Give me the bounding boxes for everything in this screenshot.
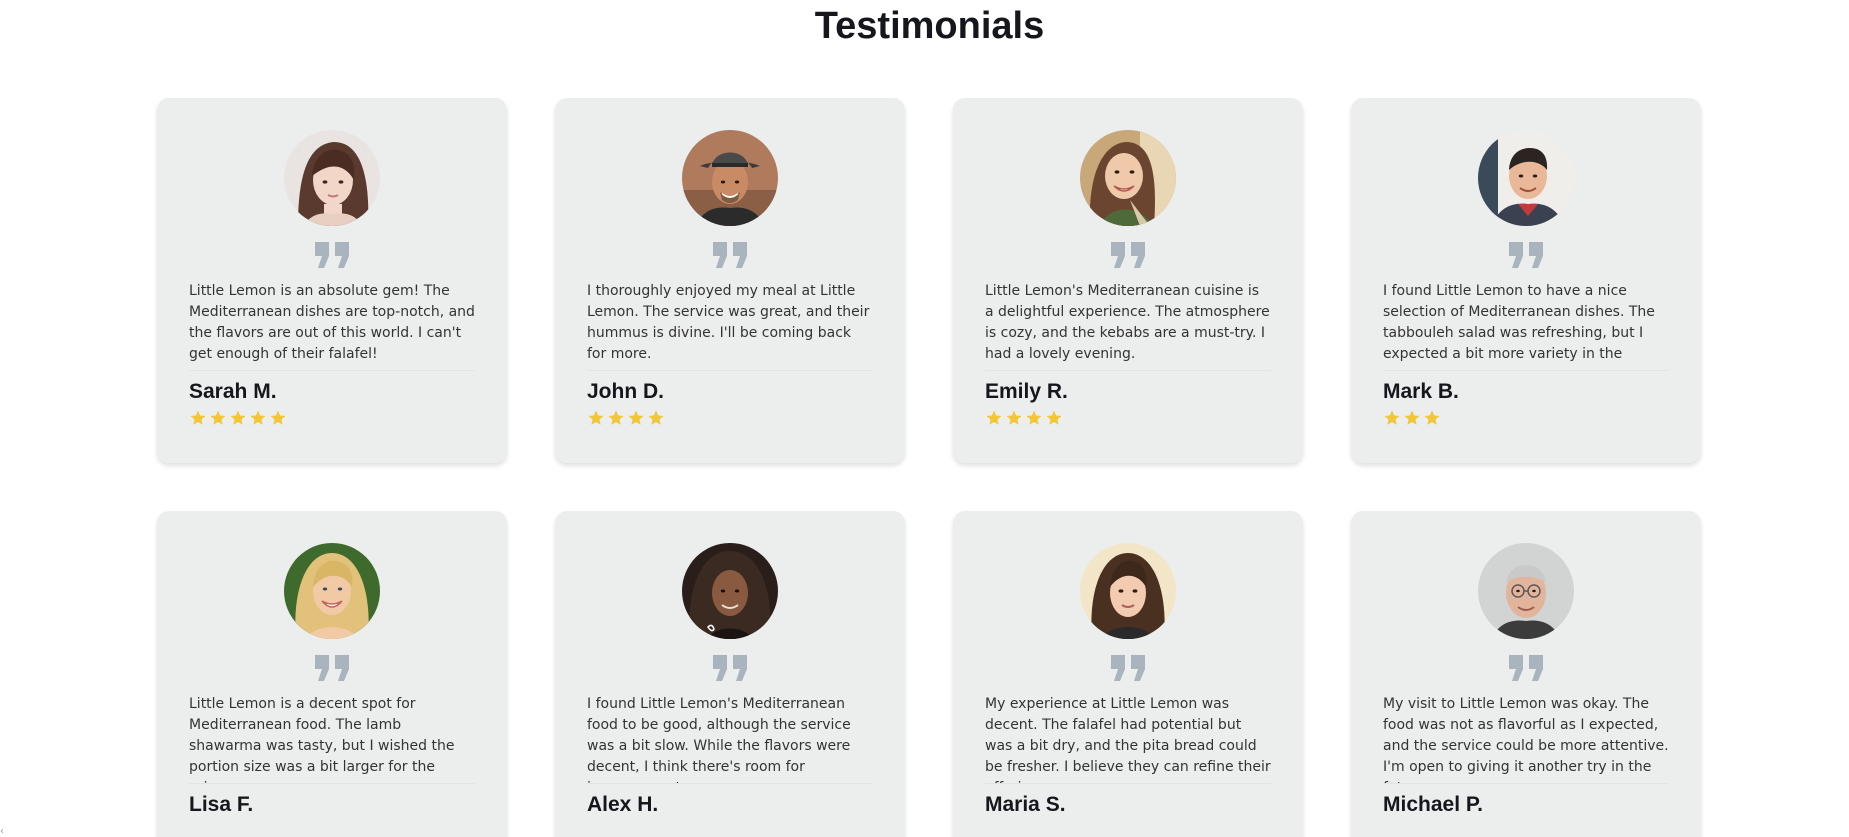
chevron-left-icon[interactable]: ‹ — [0, 826, 10, 837]
star-icon — [1025, 409, 1043, 427]
star-icon — [627, 409, 645, 427]
avatar-photo-icon — [682, 543, 778, 639]
star-icon — [1403, 409, 1421, 427]
star-icon — [189, 409, 207, 427]
star-icon — [209, 409, 227, 427]
reviewer-name: Sarah M. — [189, 380, 277, 403]
star-rating — [587, 409, 873, 429]
quote-icon — [1509, 655, 1543, 681]
star-rating — [189, 409, 475, 429]
avatar-photo-icon — [284, 543, 380, 639]
avatar-photo-icon — [1478, 543, 1574, 639]
testimonial-text: I found Little Lemon's Mediterranean foo… — [587, 694, 873, 784]
star-rating — [189, 822, 475, 837]
testimonial-card: My visit to Little Lemon was okay. The f… — [1351, 511, 1701, 837]
testimonial-text: I found Little Lemon to have a nice sele… — [1383, 281, 1669, 371]
avatar-photo-icon — [682, 130, 778, 226]
star-icon — [1383, 409, 1401, 427]
testimonial-text: I thoroughly enjoyed my meal at Little L… — [587, 281, 873, 371]
star-rating — [985, 822, 1271, 837]
reviewer-name: Michael P. — [1383, 793, 1483, 816]
star-rating — [1383, 822, 1669, 837]
star-icon — [985, 409, 1003, 427]
reviewer-name: Lisa F. — [189, 793, 254, 816]
quote-icon — [315, 655, 349, 681]
star-icon — [647, 409, 665, 427]
star-rating — [587, 822, 873, 837]
star-icon — [1423, 409, 1441, 427]
quote-icon — [713, 242, 747, 268]
testimonial-card: Little Lemon is a decent spot for Medite… — [157, 511, 507, 837]
star-rating — [985, 409, 1271, 429]
star-icon — [1045, 409, 1063, 427]
testimonial-card: I thoroughly enjoyed my meal at Little L… — [555, 98, 905, 463]
reviewer-name: John D. — [587, 380, 664, 403]
avatar-photo-icon — [1080, 543, 1176, 639]
quote-icon — [1111, 655, 1145, 681]
avatar-photo-icon — [284, 130, 380, 226]
testimonial-card: I found Little Lemon to have a nice sele… — [1351, 98, 1701, 463]
testimonial-text: My experience at Little Lemon was decent… — [985, 694, 1271, 784]
testimonial-card: I found Little Lemon's Mediterranean foo… — [555, 511, 905, 837]
testimonial-card: Little Lemon is an absolute gem! The Med… — [157, 98, 507, 463]
star-icon — [269, 409, 287, 427]
testimonial-text: Little Lemon is an absolute gem! The Med… — [189, 281, 475, 371]
testimonial-card: Little Lemon's Mediterranean cuisine is … — [953, 98, 1303, 463]
testimonials-page: Testimonials Little Lemon is an absolute… — [0, 0, 1849, 837]
quote-icon — [713, 655, 747, 681]
testimonials-grid: Little Lemon is an absolute gem! The Med… — [157, 98, 1702, 837]
quote-icon — [1509, 242, 1543, 268]
star-icon — [229, 409, 247, 427]
reviewer-name: Alex H. — [587, 793, 659, 816]
star-icon — [1005, 409, 1023, 427]
reviewer-name: Maria S. — [985, 793, 1066, 816]
star-icon — [249, 409, 267, 427]
star-icon — [607, 409, 625, 427]
avatar-photo-icon — [1080, 130, 1176, 226]
quote-icon — [1111, 242, 1145, 268]
star-rating — [1383, 409, 1669, 429]
testimonial-text: My visit to Little Lemon was okay. The f… — [1383, 694, 1669, 784]
avatar-photo-icon — [1478, 130, 1574, 226]
testimonial-card: My experience at Little Lemon was decent… — [953, 511, 1303, 837]
reviewer-name: Emily R. — [985, 380, 1068, 403]
quote-icon — [315, 242, 349, 268]
page-title: Testimonials — [814, 5, 1045, 47]
reviewer-name: Mark B. — [1383, 380, 1459, 403]
star-icon — [587, 409, 605, 427]
testimonial-text: Little Lemon's Mediterranean cuisine is … — [985, 281, 1271, 371]
testimonial-text: Little Lemon is a decent spot for Medite… — [189, 694, 475, 784]
